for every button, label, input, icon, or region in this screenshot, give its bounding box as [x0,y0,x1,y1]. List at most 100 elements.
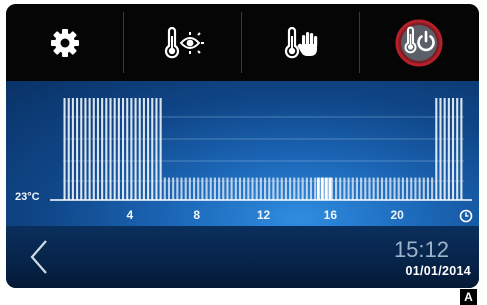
thermostat-off-button[interactable] [360,4,478,81]
schedule-bar [376,177,379,200]
schedule-bar [147,98,150,200]
schedule-bar [297,177,300,200]
schedule-bar [76,98,79,200]
schedule-bar [84,98,87,200]
schedule-bar [218,177,221,200]
schedule-bar [172,177,175,200]
hour-tick-12: 12 [256,208,271,222]
schedule-bar [88,98,91,200]
thermometer-power-icon [395,19,443,66]
schedule-bar [426,177,430,200]
current-time-bar [320,177,324,200]
schedule-bar [268,177,271,200]
schedule-bar [247,177,250,200]
schedule-bar [397,177,400,200]
schedule-bar [435,98,438,200]
schedule-bar [364,177,367,200]
thermostat-auto-button[interactable] [124,4,242,81]
schedule-bar [314,177,317,200]
schedule-bar [243,177,246,200]
schedule-bar [201,177,204,200]
schedule-bar [385,177,388,200]
schedule-bar [176,177,179,200]
hour-tick-4: 4 [126,208,134,222]
thermometer-hand-icon [284,26,318,58]
schedule-bar [230,177,233,200]
hour-tick-20: 20 [390,208,404,222]
schedule-bar [406,177,409,200]
schedule-bar [192,177,196,200]
schedule-bar [117,98,120,200]
current-time-bar [324,177,328,200]
schedule-bar [347,177,350,200]
schedule-bar [188,177,191,200]
schedule-bar [418,177,421,200]
schedule-bar [289,177,292,200]
schedule-bar [142,98,145,200]
schedule-bar [105,98,108,200]
schedule-bar [134,98,137,200]
clock-date: 01/01/2014 [405,264,471,278]
schedule-bar [456,98,459,200]
gear-icon [51,28,79,57]
schedule-bar [109,98,112,200]
schedule-bar [351,177,354,200]
schedule-bar [372,177,375,200]
toolbar [6,4,479,81]
schedule-bar [209,177,212,200]
schedule-bar [101,98,104,200]
schedule-bar [167,177,171,200]
schedule-bar [343,177,346,200]
schedule-bar [339,177,342,200]
schedule-bar [284,177,287,200]
schedule-bar [130,98,133,200]
back-button[interactable] [28,238,50,276]
schedule-bar [368,177,371,200]
thermostat-screen: 23°C 4 8 12 16 20 15:12 01/01/2014 [6,4,479,288]
schedule-bar [309,177,313,200]
temperature-level-label: 23°C [15,191,40,203]
temperature-schedule-graph[interactable]: 23°C 4 8 12 16 20 [6,81,479,226]
schedule-bar [264,177,267,200]
schedule-bar [151,98,154,200]
schedule-bar [63,98,66,200]
hour-tick-16: 16 [323,208,338,222]
current-time-bar [328,177,332,200]
schedule-bar [205,177,208,200]
schedule-bar [92,98,95,200]
schedule-bar [159,98,162,200]
clock-icon [459,209,473,223]
schedule-bar [272,177,275,200]
schedule-bar [163,177,166,200]
schedule-bar [410,177,413,200]
schedule-bar [138,98,141,200]
schedule-bar [301,177,304,200]
clock-time: 15:12 [393,237,449,262]
schedule-bar [401,177,404,200]
thermometer-eye-icon [164,26,204,58]
schedule-bar [197,177,200,200]
schedule-bar [355,177,358,200]
schedule-bar [431,177,434,200]
schedule-bar [155,98,158,200]
schedule-bar [71,98,74,200]
schedule-bar [451,98,455,200]
schedule-bar [113,98,116,200]
schedule-bar [389,177,392,200]
schedule-bar [380,177,384,200]
thermostat-manual-button[interactable] [242,4,360,81]
schedule-bar [393,177,396,200]
schedule-bar [213,177,216,200]
schedule-bar [360,177,363,200]
schedule-bar [180,177,183,200]
settings-button[interactable] [6,4,124,81]
schedule-bar [238,177,242,200]
schedule-bar [414,177,417,200]
schedule-bar [226,177,229,200]
schedule-bar [439,98,442,200]
schedule-bar [280,177,283,200]
schedule-bar [305,177,308,200]
schedule-bars [50,98,472,201]
hour-tick-8: 8 [193,208,200,222]
figure-label: A [460,289,477,305]
